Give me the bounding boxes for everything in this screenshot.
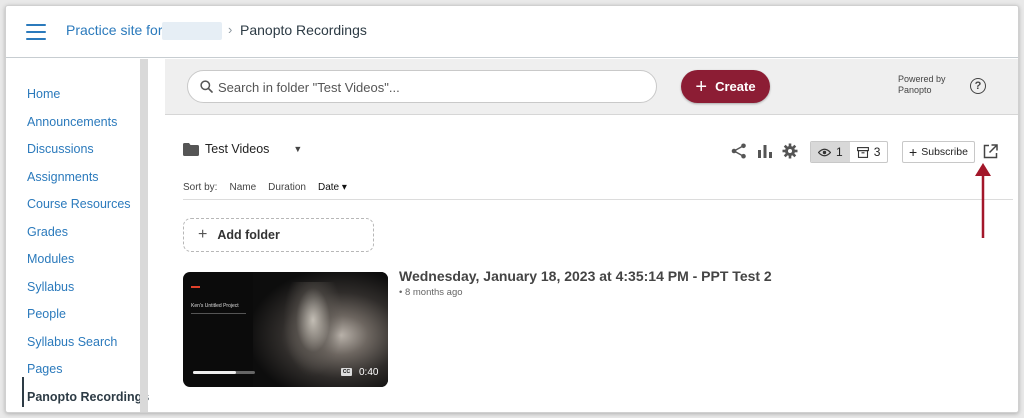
viewable-count[interactable]: 1	[811, 142, 850, 162]
sidebar-item-grades[interactable]: Grades	[27, 225, 68, 239]
sidebar-item-course-resources[interactable]: Course Resources	[27, 197, 131, 211]
archived-count-value: 3	[873, 145, 881, 159]
sort-option-date-label: Date	[317, 182, 340, 193]
eye-icon	[818, 148, 831, 156]
sidebar-item-syllabus-search[interactable]: Syllabus Search	[27, 335, 117, 349]
thumbnail-caption: Ken's Untitled Project	[191, 303, 239, 309]
sort-option-date[interactable]: Date ▾	[318, 182, 347, 193]
create-button[interactable]: + Create	[681, 70, 770, 103]
divider	[183, 199, 1013, 200]
stats-icon[interactable]	[757, 143, 773, 159]
chevron-down-icon: ▼	[293, 144, 303, 154]
sidebar-item-pages[interactable]: Pages	[27, 362, 62, 376]
captions-icon: CC	[341, 368, 352, 376]
folder-selector[interactable]: Test Videos ▼	[183, 139, 302, 159]
sort-direction-icon: ▾	[341, 182, 347, 193]
share-icon[interactable]	[731, 143, 747, 159]
thumbnail-figure	[283, 282, 343, 377]
video-thumbnail[interactable]: Ken's Untitled Project CC 0:40	[183, 272, 388, 387]
breadcrumb-separator: ›	[228, 22, 233, 37]
annotation-arrow	[975, 163, 991, 238]
video-duration: 0:40	[359, 367, 379, 378]
plus-icon: +	[198, 226, 208, 243]
search-icon	[200, 80, 213, 93]
video-title-link[interactable]: Wednesday, January 18, 2023 at 4:35:14 P…	[399, 268, 772, 284]
sidebar-item-assignments[interactable]: Assignments	[27, 170, 99, 184]
sort-by-label: Sort by:	[183, 182, 218, 193]
app-window: Practice site for › Panopto Recordings H…	[5, 5, 1019, 413]
watch-progress-bar	[193, 371, 255, 374]
thumbnail-accent	[191, 286, 200, 288]
redacted-site-name	[162, 22, 222, 40]
course-navigation: Home Announcements Discussions Assignmen…	[6, 59, 149, 412]
subscribe-label: Subscribe	[921, 146, 968, 158]
help-icon[interactable]: ?	[970, 78, 986, 94]
video-age: • 8 months ago	[399, 287, 463, 298]
archived-count[interactable]: 3	[850, 142, 888, 162]
search-box[interactable]	[187, 70, 657, 103]
thumbnail-divider	[191, 313, 246, 314]
sidebar-item-home[interactable]: Home	[27, 87, 60, 101]
subscribe-button[interactable]: + Subscribe	[902, 141, 975, 163]
sidebar-item-people[interactable]: People	[27, 307, 66, 321]
folder-name: Test Videos	[205, 142, 270, 156]
active-indicator	[22, 377, 24, 407]
panopto-embed: + Create Powered by Panopto ? Test Video…	[165, 59, 1018, 412]
hamburger-menu-icon[interactable]	[26, 24, 46, 40]
sidebar-item-announcements[interactable]: Announcements	[27, 115, 117, 129]
archive-icon	[856, 146, 869, 158]
powered-by-panopto[interactable]: Powered by Panopto	[898, 74, 958, 96]
create-label: Create	[715, 79, 756, 94]
sort-bar: Sort by: Name Duration Date ▾	[183, 182, 347, 193]
gear-icon[interactable]	[782, 143, 798, 159]
watch-progress-fill	[193, 371, 237, 374]
search-input[interactable]	[218, 77, 638, 97]
plus-icon: +	[695, 75, 708, 98]
panopto-header: + Create Powered by Panopto ?	[165, 59, 1018, 115]
add-folder-button[interactable]: + Add folder	[183, 218, 374, 252]
folder-icon	[183, 142, 199, 156]
course-header: Practice site for › Panopto Recordings	[6, 6, 1018, 58]
sidebar-item-syllabus[interactable]: Syllabus	[27, 280, 74, 294]
open-in-new-window-icon[interactable]	[983, 144, 998, 159]
breadcrumb-site[interactable]: Practice site for	[66, 22, 162, 38]
session-counts: 1 3	[810, 141, 889, 163]
sidebar-item-discussions[interactable]: Discussions	[27, 142, 94, 156]
viewable-count-value: 1	[836, 145, 843, 159]
sort-option-duration[interactable]: Duration	[268, 182, 306, 193]
sidebar-item-modules[interactable]: Modules	[27, 252, 74, 266]
sidebar-scrollbar[interactable]	[140, 59, 148, 412]
sidebar-item-panopto-recordings[interactable]: Panopto Recordings	[27, 390, 149, 404]
sort-option-name[interactable]: Name	[229, 182, 256, 193]
add-folder-label: Add folder	[217, 228, 280, 242]
plus-icon: +	[909, 144, 918, 160]
breadcrumb-current: Panopto Recordings	[240, 22, 367, 38]
